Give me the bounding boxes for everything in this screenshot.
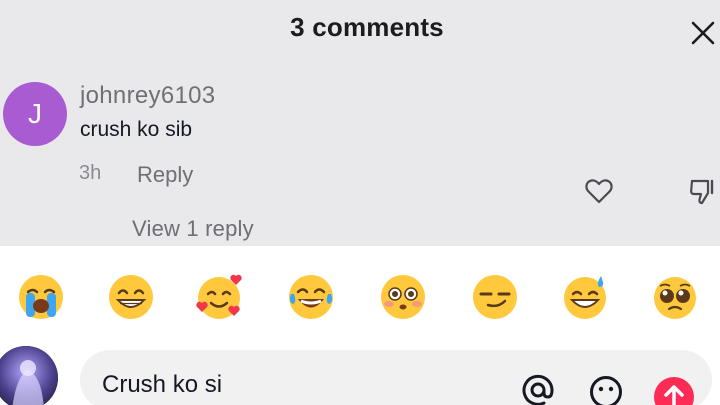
avatar-image-icon xyxy=(0,346,58,405)
comment-composer: Crush ko si xyxy=(0,342,720,405)
reply-button[interactable]: Reply xyxy=(137,162,193,188)
comments-sheet: 3 comments J johnrey6103 crush ko sib 3h… xyxy=(0,0,720,405)
comment-list: J johnrey6103 crush ko sib 3h Reply View… xyxy=(0,62,720,246)
current-user-avatar[interactable] xyxy=(0,346,58,405)
comment-input-value: Crush ko si xyxy=(102,371,223,398)
beaming-face-icon[interactable] xyxy=(106,272,156,322)
tears-of-joy-icon[interactable] xyxy=(286,272,336,322)
pleading-face-icon[interactable] xyxy=(650,272,700,322)
smiley-icon[interactable] xyxy=(588,374,624,405)
emoji-quick-bar xyxy=(0,246,720,342)
smirking-face-icon[interactable] xyxy=(470,272,520,322)
comments-header: 3 comments xyxy=(0,0,720,62)
comment-input[interactable]: Crush ko si xyxy=(80,350,712,405)
commenter-avatar[interactable]: J xyxy=(3,82,67,146)
comment-text: crush ko sib xyxy=(80,118,193,141)
smiling-face-with-hearts-icon[interactable] xyxy=(194,272,244,322)
send-arrow-icon xyxy=(664,385,684,405)
thumbs-down-icon[interactable] xyxy=(688,176,718,206)
heart-outline-icon[interactable] xyxy=(584,176,614,206)
comments-title: 3 comments xyxy=(290,12,444,42)
grinning-sweat-face-icon[interactable] xyxy=(560,272,610,322)
avatar-letter: J xyxy=(28,98,42,129)
loudly-crying-face-icon[interactable] xyxy=(16,272,66,322)
view-replies-link[interactable]: View 1 reply xyxy=(132,216,254,242)
close-icon[interactable] xyxy=(688,18,718,48)
send-button[interactable] xyxy=(654,377,694,405)
flushed-face-icon[interactable] xyxy=(378,272,428,322)
comment-username[interactable]: johnrey6103 xyxy=(80,82,215,110)
comment-timestamp: 3h xyxy=(79,162,102,184)
at-sign-icon[interactable] xyxy=(520,372,556,405)
